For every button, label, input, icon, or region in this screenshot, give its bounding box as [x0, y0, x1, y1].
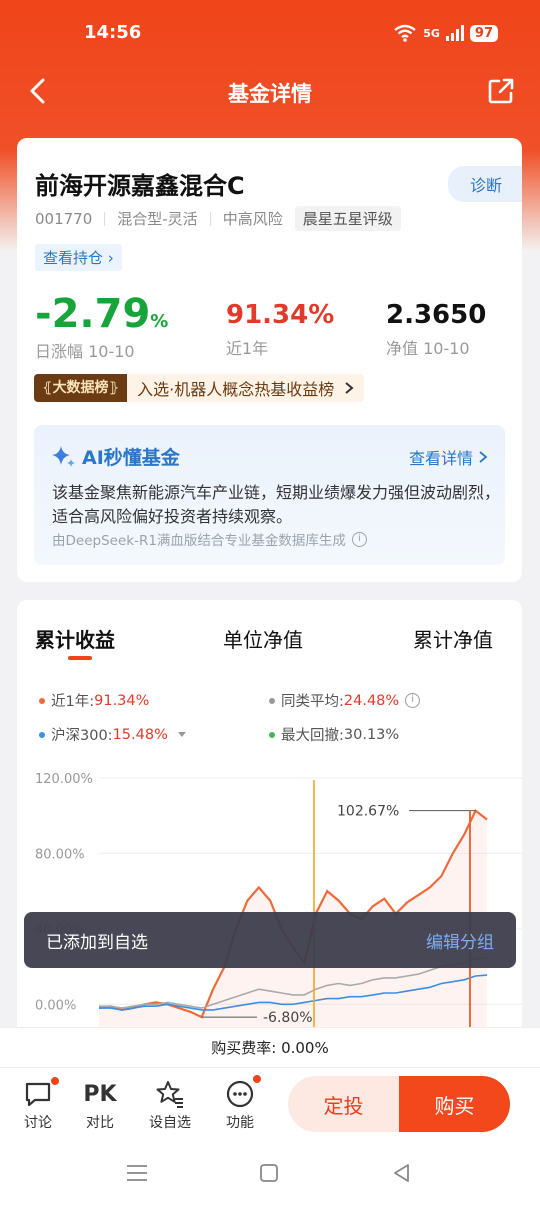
- daily-change-stat: -2.79% 日涨幅 10-10: [35, 290, 168, 362]
- chevron-right-icon: [345, 382, 354, 394]
- tab-cumulative-return[interactable]: 累计收益: [35, 624, 115, 653]
- network-type: 5G: [423, 26, 440, 40]
- discuss-button[interactable]: 讨论: [10, 1076, 66, 1132]
- legend-dot: [269, 731, 275, 738]
- trade-buttons: 定投 购买: [288, 1076, 510, 1132]
- fixed-invest-button[interactable]: 定投: [288, 1076, 399, 1132]
- chart-tabs: 累计收益 单位净值 累计净值: [17, 624, 522, 664]
- wifi-icon: [394, 24, 416, 42]
- bottom-action-bar: 讨论 PK 对比 设自选 功能 定投 购买: [0, 1067, 540, 1141]
- share-icon[interactable]: [486, 76, 516, 106]
- status-time: 14:56: [84, 22, 142, 43]
- rank-banner[interactable]: ⦃大数据榜⦄ 入选·机器人概念热基收益榜: [34, 374, 365, 402]
- nav-label: 净值 10-10: [386, 339, 470, 359]
- info-icon[interactable]: i: [351, 531, 367, 547]
- year-return-stat: 91.34% 近1年: [226, 300, 334, 359]
- rank-badge: ⦃大数据榜⦄: [34, 374, 128, 402]
- chevron-right-icon: ›: [107, 249, 114, 267]
- legend-fund: 近1年: 91.34%: [39, 690, 149, 711]
- system-nav-bar: [0, 1141, 540, 1206]
- ai-details-link[interactable]: 查看详情: [409, 445, 489, 469]
- buy-button[interactable]: 购买: [399, 1076, 510, 1132]
- legend-dot: [39, 697, 45, 704]
- legend-index[interactable]: 沪深300: 15.48%: [39, 724, 186, 745]
- fund-name: 前海开源嘉鑫混合C: [35, 172, 245, 200]
- rank-text: 入选·机器人概念热基收益榜: [137, 380, 335, 399]
- chevron-right-icon: [479, 451, 488, 463]
- info-icon[interactable]: i: [405, 693, 421, 708]
- legend-dot: [39, 731, 45, 738]
- daily-change-label: 日涨幅 10-10: [35, 342, 135, 361]
- sparkle-icon: [52, 445, 75, 467]
- tab-unit-nav[interactable]: 单位净值: [223, 624, 303, 653]
- functions-button[interactable]: 功能: [212, 1074, 268, 1132]
- add-watchlist-button[interactable]: 设自选: [142, 1078, 198, 1132]
- diagnose-button[interactable]: 诊断: [447, 166, 522, 202]
- nav-bar: 基金详情: [0, 68, 540, 116]
- divider: [209, 211, 211, 226]
- fund-meta: 001770 混合型-灵活 中高风险 晨星五星评级: [35, 206, 413, 231]
- year-return-value: 91.34%: [226, 300, 335, 330]
- menu-icon[interactable]: [126, 1163, 148, 1183]
- caret-down-icon: [177, 732, 186, 737]
- legend-peer: 同类平均: 24.48% i: [269, 690, 421, 711]
- legend-dot: [269, 697, 275, 704]
- nav-value: 2.3650: [386, 300, 487, 330]
- chat-icon: [25, 1082, 51, 1107]
- daily-change-value: -2.79%: [35, 291, 169, 337]
- status-bar: 14:56 5G 97: [0, 0, 540, 68]
- page-title: 基金详情: [228, 82, 312, 106]
- tab-indicator: [68, 656, 92, 660]
- y-tick-label: 120.00%: [35, 772, 93, 787]
- fund-risk: 中高风险: [222, 210, 283, 228]
- y-tick-label: 0.00%: [35, 998, 76, 1013]
- tab-cumulative-nav[interactable]: 累计净值: [413, 624, 493, 653]
- status-indicators: 5G 97: [393, 24, 498, 42]
- fund-summary-card: 前海开源嘉鑫混合C 诊断 001770 混合型-灵活 中高风险 晨星五星评级 查…: [17, 138, 522, 582]
- star-icon: [156, 1081, 183, 1108]
- view-holdings-label: 查看持仓: [43, 249, 104, 267]
- return-chart[interactable]: 120.00%80.00%40.00%0.00%102.67%-6.80%: [17, 760, 522, 1060]
- toast: 已添加到自选 编辑分组: [24, 912, 516, 968]
- edit-group-button[interactable]: 编辑分组: [426, 928, 494, 953]
- min-annotation: -6.80%: [263, 1010, 313, 1026]
- fund-type: 混合型-灵活: [117, 210, 198, 228]
- notification-dot: [252, 1074, 262, 1084]
- legend-drawdown: 最大回撤: 30.13%: [269, 724, 399, 745]
- bracket-icon: ⦄: [108, 380, 120, 396]
- compare-button[interactable]: PK 对比: [72, 1078, 128, 1132]
- fund-code: 001770: [35, 209, 93, 228]
- year-return-label: 近1年: [226, 339, 269, 359]
- ai-summary-panel: AI秒懂基金 查看详情 该基金聚焦新能源汽车产业链，短期业绩爆发力强但波动剧烈，…: [34, 425, 505, 565]
- pk-icon: PK: [83, 1081, 117, 1107]
- bracket-icon: ⦃: [42, 380, 53, 396]
- home-icon[interactable]: [259, 1163, 279, 1183]
- y-tick-label: 80.00%: [35, 847, 85, 862]
- battery-icon: 97: [469, 24, 498, 42]
- ai-title: AI秒懂基金: [50, 443, 180, 470]
- back-nav-icon[interactable]: [392, 1163, 412, 1183]
- view-holdings-button[interactable]: 查看持仓 ›: [35, 244, 122, 271]
- signal-icon: [445, 25, 464, 41]
- divider: [104, 211, 106, 226]
- more-icon: [226, 1080, 254, 1108]
- rating-tag: 晨星五星评级: [294, 206, 401, 231]
- ai-summary-text: 该基金聚焦新能源汽车产业链，短期业绩爆发力强但波动剧烈，适合高风险偏好投资者持续…: [52, 483, 501, 526]
- notification-dot: [50, 1076, 60, 1086]
- max-annotation: 102.67%: [337, 804, 399, 820]
- nav-stat: 2.3650 净值 10-10: [386, 300, 486, 359]
- toast-message: 已添加到自选: [46, 933, 148, 953]
- performance-card: 累计收益 单位净值 累计净值 近1年: 91.34% 同类平均: 24.48% i …: [17, 600, 522, 1060]
- purchase-fee: 购买费率: 0.00%: [0, 1027, 540, 1067]
- ai-source-note: 由DeepSeek-R1满血版结合专业基金数据库生成 i: [52, 529, 367, 549]
